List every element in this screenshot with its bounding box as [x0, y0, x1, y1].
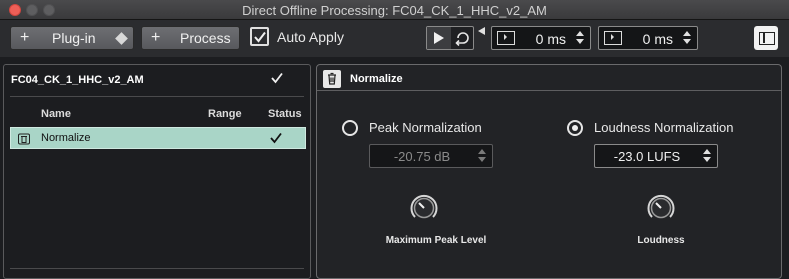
- table-row[interactable]: Normalize: [10, 127, 306, 149]
- stepper-icon[interactable]: [703, 148, 711, 164]
- loudness-level-value: -23.0 LUFS: [613, 149, 681, 164]
- checkmark-icon: [254, 31, 266, 43]
- auto-apply-checkbox[interactable]: [250, 27, 269, 46]
- preview-play-button[interactable]: [427, 27, 451, 49]
- post-roll-value: 0 ms: [642, 31, 673, 47]
- column-header-range: Range: [208, 108, 242, 120]
- pointer-icon: [478, 27, 485, 35]
- divider: [10, 96, 304, 97]
- loudness-knob[interactable]: [645, 192, 677, 224]
- loop-icon[interactable]: [454, 30, 472, 46]
- delete-process-button[interactable]: [323, 70, 341, 88]
- add-plugin-label: Plug-in: [52, 30, 96, 46]
- pre-roll-icon: [497, 31, 515, 45]
- stepper-icon[interactable]: [576, 30, 584, 46]
- loudness-knob-label: Loudness: [637, 235, 685, 246]
- add-process-label: Process: [180, 30, 231, 46]
- preview-controls: [426, 26, 474, 50]
- plus-icon: +: [151, 29, 161, 46]
- peak-normalization-radio[interactable]: [342, 120, 358, 136]
- divider: [10, 268, 304, 269]
- loudness-level-field[interactable]: -23.0 LUFS: [594, 144, 718, 168]
- title-bar: Direct Offline Processing: FC04_CK_1_HHC…: [0, 0, 789, 20]
- status-check-icon: [270, 132, 282, 144]
- toolbar: + Plug-in + Process Auto Apply 0 ms 0 ms: [0, 20, 789, 57]
- panel-header: Normalize: [317, 65, 781, 91]
- window-title: Direct Offline Processing: FC04_CK_1_HHC…: [242, 3, 547, 18]
- peak-level-knob[interactable]: [408, 192, 440, 224]
- stepper-icon[interactable]: [683, 30, 691, 46]
- peak-level-field[interactable]: -20.75 dB: [369, 144, 493, 168]
- add-plugin-button[interactable]: + Plug-in: [10, 26, 134, 50]
- peak-knob-label: Maximum Peak Level: [385, 235, 487, 246]
- loudness-normalization-label: Loudness Normalization: [594, 120, 734, 135]
- process-list-panel: FC04_CK_1_HHC_v2_AM Name Range Status No…: [3, 64, 311, 279]
- trash-icon: [328, 72, 336, 85]
- stepper-icon[interactable]: [478, 148, 486, 164]
- post-roll-field[interactable]: 0 ms: [598, 26, 698, 50]
- clip-name: FC04_CK_1_HHC_v2_AM: [11, 74, 144, 86]
- checkmark-icon[interactable]: [270, 71, 284, 85]
- loudness-normalization-radio[interactable]: [567, 120, 583, 136]
- normalize-panel: Normalize Peak Normalization Loudness No…: [316, 64, 782, 279]
- row-process-name: Normalize: [41, 132, 91, 144]
- panel-title: Normalize: [350, 73, 403, 85]
- pre-roll-value: 0 ms: [535, 31, 566, 47]
- plus-icon: +: [20, 29, 30, 46]
- column-header-status: Status: [268, 108, 302, 120]
- pre-roll-field[interactable]: 0 ms: [491, 26, 591, 50]
- trash-icon[interactable]: [18, 133, 30, 145]
- column-header-name: Name: [41, 108, 71, 120]
- add-process-button[interactable]: + Process: [141, 26, 240, 50]
- play-icon: [434, 32, 444, 44]
- peak-normalization-label: Peak Normalization: [369, 120, 482, 135]
- post-roll-icon: [604, 31, 622, 45]
- plugin-menu-icon: [115, 32, 128, 45]
- panel-layout-icon[interactable]: [754, 26, 778, 50]
- peak-level-value: -20.75 dB: [393, 149, 451, 164]
- auto-apply-label: Auto Apply: [277, 29, 344, 45]
